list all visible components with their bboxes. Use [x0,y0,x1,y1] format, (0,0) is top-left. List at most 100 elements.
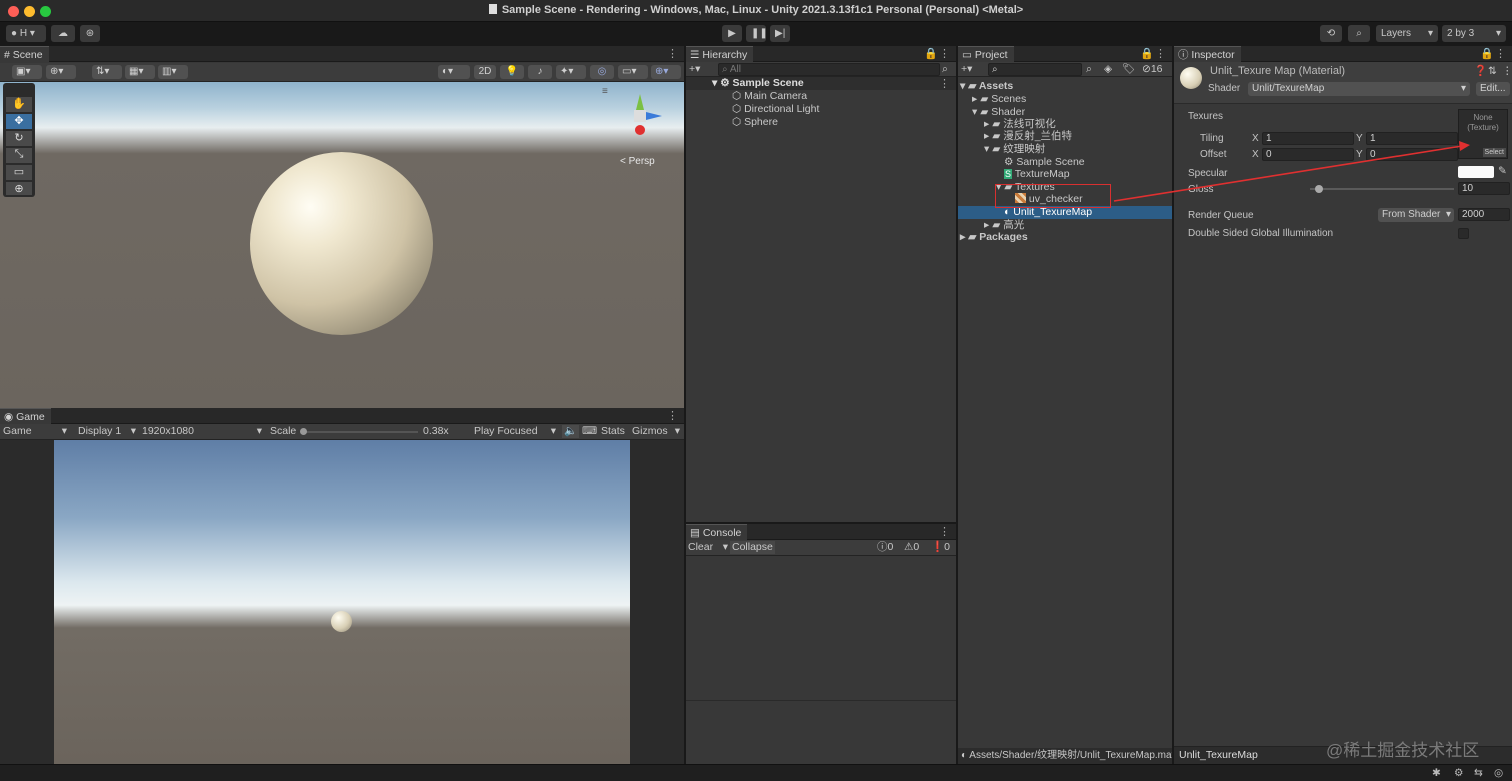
effects-dropdown[interactable]: ✦▾ [556,65,586,79]
texture-select-button[interactable]: Select [1482,148,1506,157]
offset-x-input[interactable]: 0 [1262,148,1354,161]
collapse-button[interactable]: Collapse [730,541,775,554]
label-icon[interactable]: 🏷 [1122,63,1135,76]
scene-row[interactable]: ▾ ⚙ Sample Scene ⋮ [686,77,956,90]
resolution-dropdown[interactable]: 1920x1080 ▾ [142,425,262,438]
hierarchy-item[interactable]: ⬡ Directional Light [732,103,819,116]
tab-hierarchy[interactable]: ☰ Hierarchy [686,46,754,63]
hand-tool-icon[interactable]: ✋ [6,97,32,112]
clear-button[interactable]: Clear ▾ [688,541,728,554]
project-search-input[interactable]: ⌕ [988,63,1082,76]
gloss-slider-thumb[interactable] [1314,185,1323,193]
scale-tool-icon[interactable]: ⤡ [6,148,32,163]
error-count-toggle[interactable]: ❗0 [931,541,950,554]
projection-label[interactable]: < Persp [620,156,655,167]
warning-count-toggle[interactable]: ⚠0 [904,541,919,554]
gloss-slider[interactable] [1310,185,1454,193]
specular-color-field[interactable] [1458,166,1494,178]
tab-inspector[interactable]: ⓘ Inspector [1174,46,1241,63]
rotate-tool-icon[interactable]: ↻ [6,131,32,146]
tiling-x-input[interactable]: 1 [1262,132,1354,145]
network-icon[interactable]: ⇆ [1474,767,1483,780]
more-icon[interactable]: ⋮ [1495,47,1506,60]
toggle-2d-button[interactable]: 2D [474,65,496,79]
display-dropdown[interactable]: Display 1 ▾ [78,425,136,438]
lock-icon[interactable]: 🔒 [1140,47,1154,60]
progress-icon[interactable]: ⚙ [1454,767,1463,780]
sync-icon[interactable]: ◎ [1494,767,1503,780]
play-mode-dropdown[interactable]: Play Focused ▾ [474,425,556,438]
tree-item-assets[interactable]: ▾ ▰ Assets [960,80,1013,93]
lighting-icon[interactable]: 💡 [500,65,524,79]
eyedropper-icon[interactable]: ✎ [1498,165,1507,178]
search-icon[interactable]: ⌕ [1348,25,1370,42]
more-icon[interactable]: ⋮ [939,47,950,60]
hierarchy-item[interactable]: ⬡ Sphere [732,116,778,129]
step-button[interactable]: ▶| [770,25,790,42]
tree-item-scenes[interactable]: ▸ ▰ Scenes [972,93,1026,106]
create-asset-button[interactable]: +▾ [961,63,972,76]
scale-slider[interactable] [300,428,418,435]
gloss-value-input[interactable]: 10 [1458,182,1510,195]
more-icon[interactable]: ⋮ [667,47,678,60]
cloud-icon[interactable]: ☁ [51,25,75,42]
layout-dropdown[interactable]: 2 by 3 ▾ [1442,25,1506,42]
preset-icon[interactable]: ⇅ [1488,65,1497,78]
grid-snap-dropdown[interactable]: ▦▾ [125,65,155,79]
help-icon[interactable]: ❓ [1474,65,1487,78]
draw-mode-dropdown[interactable]: ▣▾ [12,65,42,79]
transform-tool-icon[interactable]: ⊕ [6,182,32,195]
more-icon[interactable]: ⋮ [939,77,950,90]
log-count-toggle[interactable]: ⓘ0 [877,541,893,554]
camera-dropdown[interactable]: ▭▾ [618,65,648,79]
layers-dropdown[interactable]: Layers ▾ [1376,25,1438,42]
stats-button[interactable]: Stats [601,425,625,438]
render-queue-dropdown[interactable]: From Shader ▾ [1378,208,1454,222]
tab-console[interactable]: ▤ Console [686,524,748,541]
collab-icon[interactable]: ⊛ [80,25,100,42]
gizmos-dropdown[interactable]: Gizmos ▾ [632,425,682,438]
lock-icon[interactable]: 🔒 [924,47,938,60]
tab-project[interactable]: ▭ Project [958,46,1014,63]
history-icon[interactable]: ⟲ [1320,25,1342,42]
more-icon[interactable]: ⋮ [1155,47,1166,60]
tab-game[interactable]: ◉ Game [0,408,51,425]
hierarchy-item[interactable]: ⬡ Main Camera [732,90,807,103]
more-icon[interactable]: ⋮ [1502,65,1512,78]
global-dropdown[interactable]: ⊕▾ [46,65,76,79]
menu-icon[interactable]: ≡ [602,86,608,97]
lock-icon[interactable]: 🔒 [1480,47,1494,60]
visibility-icon[interactable]: ◎ [590,65,614,79]
shader-dropdown[interactable]: Unlit/TexureMap ▾ [1248,82,1470,96]
search-type-icon[interactable]: ⌕ [1086,63,1092,76]
more-icon[interactable]: ⋮ [667,409,678,422]
offset-y-input[interactable]: 0 [1366,148,1458,161]
audio-icon[interactable]: ♪ [528,65,552,79]
add-object-button[interactable]: +▾ [689,63,700,76]
game-view-dropdown[interactable]: Game ▾ [3,425,69,438]
double-sided-gi-checkbox[interactable] [1458,228,1469,239]
tiling-y-input[interactable]: 1 [1366,132,1458,145]
tree-item-folder[interactable]: ▾ ▰ 纹理映射 [984,143,1045,156]
play-button[interactable]: ▶ [722,25,742,42]
rect-tool-icon[interactable]: ▭ [6,165,32,180]
tree-item-shader-file[interactable]: S TextureMap [1004,168,1070,181]
bug-icon[interactable]: ✱ [1432,767,1441,780]
increment-snap-dropdown[interactable]: ▥▾ [158,65,188,79]
tree-item-folder[interactable]: ▸ ▰ 漫反射_兰伯特 [984,130,1072,143]
gizmos-dropdown[interactable]: ⊕▾ [651,65,681,79]
move-tool-icon[interactable]: ✥ [6,114,32,129]
render-queue-input[interactable]: 2000 [1458,208,1510,221]
scene-viewport[interactable]: ✋ ✥ ↻ ⤡ ▭ ⊕ ≡ < Persp [0,82,684,408]
scale-slider-thumb[interactable] [300,428,307,435]
tree-item-packages[interactable]: ▸ ▰ Packages [960,231,1028,244]
pivot-dropdown[interactable]: ⇅▾ [92,65,122,79]
hidden-packages-toggle[interactable]: ⊘16 [1142,63,1163,76]
account-dropdown[interactable]: ● H ▾ [6,25,46,42]
shading-dropdown[interactable]: ◐▾ [438,65,470,79]
more-icon[interactable]: ⋮ [939,525,950,538]
tab-scene[interactable]: # Scene [0,46,49,63]
game-viewport[interactable] [54,440,630,764]
texture-slot[interactable]: None (Texture) Select [1458,109,1508,159]
pause-button[interactable]: ❚❚ [746,25,768,42]
